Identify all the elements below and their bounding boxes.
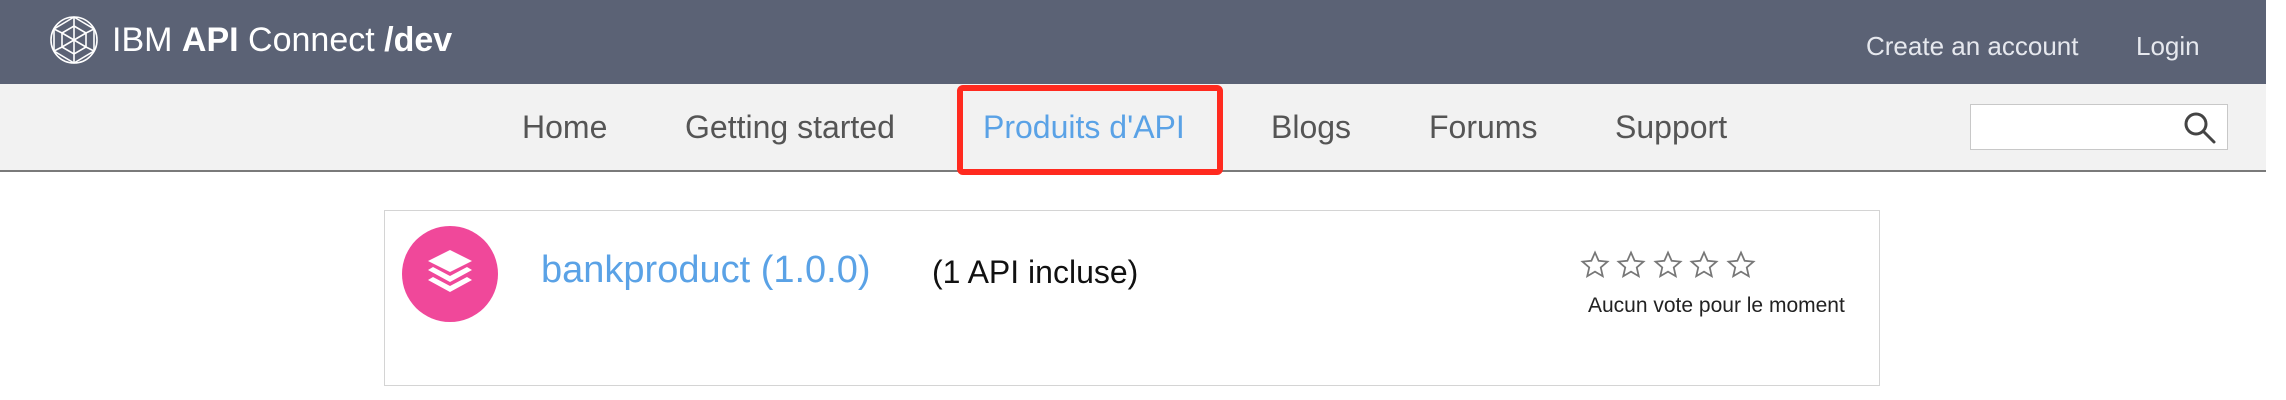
nav-support[interactable]: Support — [1615, 106, 1727, 148]
search-box[interactable] — [1970, 104, 2228, 150]
search-icon[interactable] — [2183, 111, 2217, 145]
top-header: IBM API Connect /dev Create an account L… — [0, 0, 2286, 84]
star-icon[interactable] — [1726, 250, 1756, 280]
star-icon[interactable] — [1653, 250, 1683, 280]
search-input[interactable] — [1975, 109, 2179, 147]
nav-home[interactable]: Home — [522, 106, 607, 148]
star-icon[interactable] — [1616, 250, 1647, 280]
nav-getting-started[interactable]: Getting started — [685, 106, 895, 148]
star-rating[interactable] — [1580, 250, 1758, 282]
star-icon[interactable] — [1580, 250, 1610, 280]
product-api-count: (1 API incluse) — [932, 254, 1139, 290]
ibm-logo-icon[interactable] — [48, 14, 100, 66]
login-link[interactable]: Login — [2136, 26, 2200, 66]
nav-blogs[interactable]: Blogs — [1271, 106, 1351, 148]
rating-status-text: Aucun vote pour le moment — [1588, 294, 1845, 317]
highlight-box — [957, 85, 1223, 175]
product-name-link[interactable]: bankproduct (1.0.0) — [541, 244, 871, 296]
brand-api: API — [181, 21, 239, 59]
stacked-layers-icon[interactable] — [402, 226, 498, 322]
page-edge — [2266, 0, 2286, 400]
brand-env: /dev — [384, 21, 453, 59]
brand-prefix: IBM — [112, 21, 182, 59]
star-icon[interactable] — [1689, 250, 1719, 280]
nav-forums[interactable]: Forums — [1429, 106, 1537, 148]
brand-title[interactable]: IBM API Connect /dev — [112, 14, 452, 66]
create-account-link[interactable]: Create an account — [1866, 26, 2078, 66]
brand-connect: Connect — [238, 21, 385, 59]
